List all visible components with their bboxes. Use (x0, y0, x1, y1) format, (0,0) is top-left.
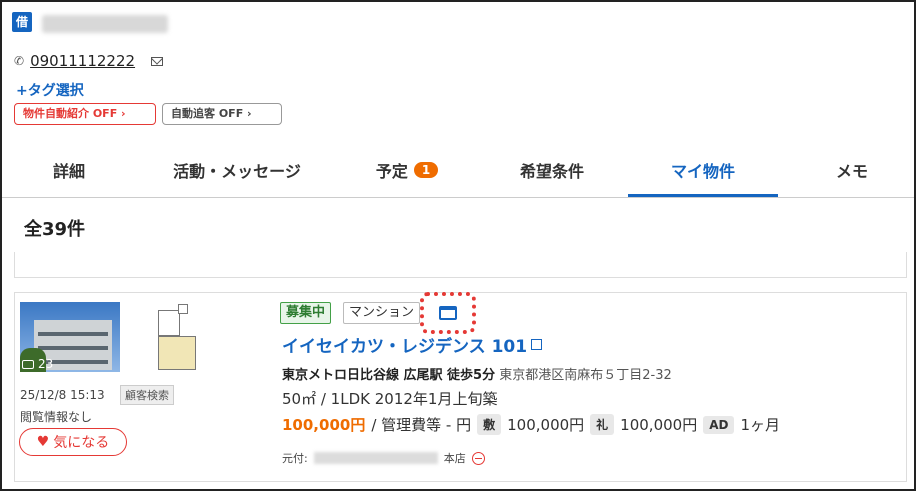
deposit-value: 100,000円 (507, 416, 585, 434)
address: 東京都港区南麻布５丁目2-32 (499, 368, 672, 383)
tab-label: 希望条件 (519, 162, 584, 181)
property-name: イイセイカツ・レジデンス 101 (282, 337, 528, 357)
source-branch: 本店 (443, 452, 466, 465)
favorite-label: 気になる (53, 435, 110, 451)
source-info: 元付: 本店 (282, 450, 485, 466)
external-link-icon (531, 339, 543, 350)
rental-type-icon: 借 (12, 12, 32, 32)
ad-value: 1ヶ月 (740, 416, 780, 434)
phone-row: ✆ 09011112222 (14, 52, 164, 70)
auto-followup-toggle[interactable]: 自動追客 OFF › (162, 103, 282, 125)
tab-label: メモ (835, 162, 868, 181)
tab-details[interactable]: 詳細 (14, 142, 124, 198)
property-type-badge: マンション (343, 302, 421, 324)
collapsed-list-item (14, 252, 907, 278)
tag-select-link[interactable]: +タグ選択 (16, 80, 84, 100)
floorplan-image[interactable] (148, 302, 204, 374)
tab-my-properties[interactable]: マイ物件 (628, 142, 778, 198)
auto-intro-toggle[interactable]: 物件自動紹介 OFF › (14, 103, 156, 125)
management-fee: / 管理費等 - 円 (371, 416, 472, 434)
tab-bar: 詳細 活動・メッセージ 予定 1 希望条件 マイ物件 メモ (2, 142, 914, 198)
registered-date: 25/12/8 15:13 (20, 388, 105, 402)
key-money-value: 100,000円 (620, 416, 698, 434)
mail-icon[interactable] (151, 56, 164, 66)
station-access: 東京メトロ日比谷線 広尾駅 徒歩5分 (282, 368, 496, 383)
deposit-label: 敷 (477, 414, 502, 435)
tab-memo[interactable]: メモ (802, 142, 902, 198)
search-source-tag: 顧客検索 (120, 385, 174, 405)
tab-activity[interactable]: 活動・メッセージ (152, 142, 322, 198)
view-info: 閲覧情報なし (20, 410, 93, 424)
rent-price: 100,000円 (282, 416, 366, 434)
schedule-count-badge: 1 (413, 162, 439, 178)
photo-count: 23 (22, 357, 53, 371)
auto-intro-label: 物件自動紹介 OFF (23, 107, 118, 120)
tab-preferences[interactable]: 希望条件 (492, 142, 612, 198)
tab-label: マイ物件 (670, 162, 735, 181)
remove-icon[interactable] (471, 451, 485, 465)
source-label: 元付: (282, 452, 308, 465)
key-money-label: 礼 (590, 414, 615, 435)
store-icon-highlight[interactable] (420, 292, 476, 334)
status-badge: 募集中 (280, 302, 332, 324)
tab-label: 活動・メッセージ (173, 162, 301, 181)
access-info: 東京メトロ日比谷線 広尾駅 徒歩5分 東京都港区南麻布５丁目2-32 (282, 364, 672, 383)
tab-label: 詳細 (52, 162, 85, 181)
store-icon (439, 306, 457, 320)
phone-icon: ✆ (14, 54, 25, 68)
tab-label: 予定 (375, 162, 408, 181)
active-tab-indicator (628, 194, 778, 197)
total-count: 全39件 (24, 219, 86, 240)
ad-label: AD (703, 415, 735, 434)
phone-link[interactable]: 09011112222 (30, 52, 135, 70)
camera-icon (22, 359, 34, 369)
specs: 50㎡ / 1LDK 2012年1月上旬築 (282, 390, 498, 408)
favorite-button[interactable]: ♥ 気になる (19, 428, 127, 456)
property-name-link[interactable]: イイセイカツ・レジデンス 101 (282, 332, 543, 357)
tab-schedule[interactable]: 予定 1 (342, 142, 472, 198)
source-company-redacted (313, 452, 438, 464)
heart-icon: ♥ (36, 434, 50, 450)
customer-detail-panel: 借 ✆ 09011112222 +タグ選択 物件自動紹介 OFF › 自動追客 … (0, 0, 916, 491)
customer-name-redacted (42, 15, 168, 33)
auto-followup-label: 自動追客 OFF (171, 107, 244, 120)
photo-count-value: 23 (38, 357, 54, 371)
price-row: 100,000円 / 管理費等 - 円 敷 100,000円 礼 100,000… (282, 414, 780, 435)
